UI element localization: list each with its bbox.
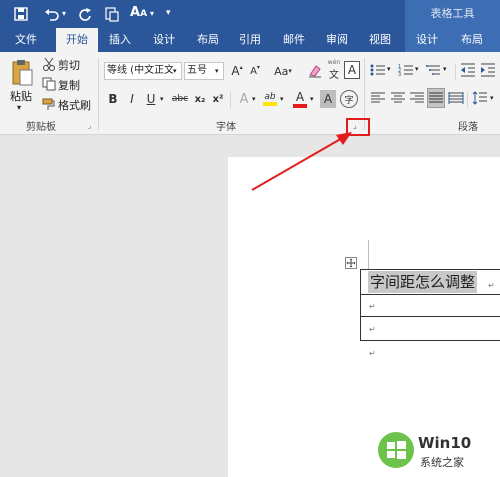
clear-formatting-icon[interactable] [307,62,323,80]
line-spacing-icon[interactable] [472,90,488,106]
bold-button[interactable]: B [106,90,120,108]
separator [455,64,456,80]
copy-button[interactable]: 复制 [58,77,80,93]
table-border-bottom [360,340,500,341]
tab-review[interactable]: 审阅 [316,28,358,52]
table-tools-header: 表格工具 [405,0,500,28]
clipboard-group-label: 剪贴板 [26,122,56,133]
cell-end-mark: ↵ [488,281,495,290]
tab-view[interactable]: 视图 [359,28,401,52]
tab-strip: 文件 开始 插入 设计 布局 引用 邮件 审阅 视图 设计 布局 [0,28,500,52]
decrease-indent-icon[interactable] [460,62,476,78]
line-spacing-dropdown-icon[interactable]: ▾ [490,94,494,102]
watermark-title: Win10 [418,434,472,452]
annotation-arrow [251,132,352,191]
paragraph-mark: ↵ [369,349,376,358]
justify-icon[interactable] [427,88,445,108]
text-effects-icon[interactable]: A [237,90,251,108]
font-name-value: 等线 (中文正文) [107,65,173,76]
paste-special-icon[interactable] [104,6,120,22]
separator [467,92,468,108]
phonetic-guide-icon[interactable]: wén 文 [325,59,343,81]
customize-qat-icon[interactable]: ▾ [166,8,171,18]
separator [230,92,231,108]
font-name-select[interactable]: 等线 (中文正文)▾ [104,62,182,80]
chevron-down-icon: ▾ [215,67,219,75]
format-painter-button[interactable]: 格式刷 [58,97,91,113]
grow-font-icon[interactable]: A ▴ [229,62,245,80]
cell-end-mark: ↵ [369,302,376,311]
windows-logo-icon [378,432,414,468]
font-size-select[interactable]: 五号 ▾ [184,62,224,80]
table-border-row1 [360,294,500,295]
selected-cell-text[interactable]: 字间距怎么调整 [368,271,478,293]
character-shading-icon[interactable]: A [320,90,336,108]
text-effects-dropdown-icon[interactable]: ▾ [252,95,256,103]
increase-indent-icon[interactable] [480,62,496,78]
align-left-icon[interactable] [370,90,386,106]
chevron-down-icon: ▾ [173,67,177,75]
subscript-button[interactable]: x₂ [193,90,207,108]
cut-button[interactable]: 剪切 [58,57,80,73]
svg-text:3: 3 [398,72,401,77]
save-icon[interactable] [14,7,28,21]
tab-file[interactable]: 文件 [4,28,48,52]
tab-home[interactable]: 开始 [56,28,98,52]
scissors-icon[interactable] [42,57,56,71]
table-border-left [360,269,361,341]
highlight-icon[interactable]: ab [262,88,278,110]
paragraph-group-label: 段落 [458,122,478,133]
tab-table-layout[interactable]: 布局 [452,28,492,52]
shrink-font-icon[interactable]: A ▾ [247,62,263,80]
font-color-icon[interactable]: A [292,88,308,110]
tab-references[interactable]: 引用 [230,28,270,52]
paste-icon[interactable] [8,56,36,90]
margin-guide [368,240,369,270]
table-border-top [360,269,500,270]
table-move-handle-icon[interactable] [345,257,357,269]
tab-layout[interactable]: 布局 [188,28,228,52]
align-right-icon[interactable] [409,90,425,106]
multilevel-dropdown-icon[interactable]: ▾ [443,65,447,73]
tab-table-design[interactable]: 设计 [406,28,448,52]
clipboard-launcher-icon[interactable]: ⌟ [88,122,91,130]
copy-icon[interactable] [42,77,56,91]
highlight-dropdown-icon[interactable]: ▾ [280,95,284,103]
cell-end-mark: ↵ [369,325,376,334]
redo-icon[interactable] [78,7,92,21]
paste-dropdown-icon[interactable]: ▾ [17,103,21,112]
font-color-dropdown-icon[interactable]: ▾ [310,95,314,103]
tab-design[interactable]: 设计 [144,28,184,52]
font-qat-dropdown-icon[interactable]: ▾ [150,9,154,18]
watermark-subtitle: 系统之家 [420,456,464,469]
undo-dropdown-icon[interactable]: ▾ [62,9,66,18]
multilevel-list-icon[interactable] [426,62,442,78]
underline-button[interactable]: U [144,90,158,108]
watermark: Win10 系统之家 [372,428,500,474]
superscript-button[interactable]: x² [211,90,225,108]
separator [98,58,99,130]
underline-dropdown-icon[interactable]: ▾ [160,95,164,103]
font-size-value: 五号 [187,65,207,76]
font-size-qat-icon[interactable]: AA [130,5,147,20]
numbering-dropdown-icon[interactable]: ▾ [415,65,419,73]
font-group-label: 字体 [216,122,236,133]
format-painter-icon[interactable] [42,97,56,111]
character-border-icon[interactable]: A [344,61,360,79]
bullets-icon[interactable] [370,62,386,78]
numbering-icon[interactable]: 123 [398,62,414,78]
tab-insert[interactable]: 插入 [100,28,140,52]
distributed-icon[interactable] [448,90,464,106]
tab-mailings[interactable]: 邮件 [272,28,316,52]
table-border-row2 [360,316,500,317]
enclose-characters-icon[interactable]: 字 [340,90,358,108]
change-case-button[interactable]: Aa ▾ [272,62,294,80]
align-center-icon[interactable] [390,90,406,106]
strikethrough-button[interactable]: abc [170,90,190,108]
paste-button[interactable]: 粘贴 [10,88,32,104]
bullets-dropdown-icon[interactable]: ▾ [387,65,391,73]
italic-button[interactable]: I [125,90,139,108]
undo-icon[interactable] [44,7,60,21]
